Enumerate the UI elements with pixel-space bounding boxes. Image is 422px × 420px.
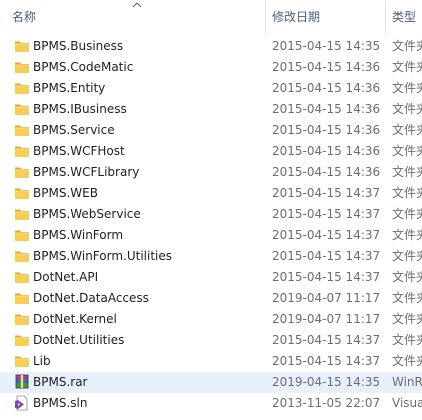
file-name: BPMS.Service	[33, 123, 115, 137]
folder-icon	[14, 290, 30, 306]
file-type: 文件夹	[392, 81, 422, 95]
folder-icon	[14, 311, 30, 327]
file-type: 文件夹	[392, 312, 422, 326]
file-row[interactable]: BPMS.CodeMatic 2015-04-15 14:36 文件夹	[0, 57, 422, 78]
file-name: DotNet.Kernel	[33, 312, 117, 326]
file-name: BPMS.WCFLibrary	[33, 165, 140, 179]
column-header: 名称 修改日期 类型	[0, 0, 422, 34]
file-row[interactable]: DotNet.API 2015-04-15 14:37 文件夹	[0, 267, 422, 288]
folder-icon	[14, 185, 30, 201]
file-name: BPMS.Entity	[33, 81, 106, 95]
file-type: Visual	[392, 396, 422, 410]
file-date-modified: 2019-04-07 11:17	[272, 312, 381, 326]
folder-icon	[14, 353, 30, 369]
folder-icon	[14, 248, 30, 264]
file-date-modified: 2015-04-15 14:36	[272, 102, 381, 116]
file-name: BPMS.CodeMatic	[33, 60, 134, 74]
file-row[interactable]: DotNet.Kernel 2019-04-07 11:17 文件夹	[0, 309, 422, 330]
file-row[interactable]: BPMS.sln 2013-11-05 22:07 Visual	[0, 393, 422, 414]
folder-icon	[14, 269, 30, 285]
column-divider[interactable]	[265, 0, 266, 34]
file-type: 文件夹	[392, 291, 422, 305]
file-row[interactable]: DotNet.DataAccess 2019-04-07 11:17 文件夹	[0, 288, 422, 309]
file-date-modified: 2019-04-07 11:17	[272, 291, 381, 305]
file-type: 文件夹	[392, 144, 422, 158]
folder-icon	[14, 164, 30, 180]
file-name: BPMS.WCFHost	[33, 144, 125, 158]
file-date-modified: 2015-04-15 14:37	[272, 207, 381, 221]
column-header-name[interactable]: 名称	[12, 0, 262, 34]
file-date-modified: 2015-04-15 14:36	[272, 123, 381, 137]
column-divider[interactable]	[385, 0, 386, 34]
column-header-type[interactable]: 类型	[392, 0, 422, 34]
folder-icon	[14, 206, 30, 222]
file-date-modified: 2015-04-15 14:37	[272, 228, 381, 242]
file-row[interactable]: BPMS.WCFHost 2015-04-15 14:36 文件夹	[0, 141, 422, 162]
file-name: BPMS.Business	[33, 39, 124, 53]
folder-icon	[14, 122, 30, 138]
file-type: 文件夹	[392, 249, 422, 263]
folder-icon	[14, 59, 30, 75]
file-date-modified: 2015-04-15 14:36	[272, 81, 381, 95]
file-row[interactable]: BPMS.Business 2015-04-15 14:35 文件夹	[0, 36, 422, 57]
file-name: DotNet.API	[33, 270, 99, 284]
file-type: 文件夹	[392, 207, 422, 221]
file-date-modified: 2015-04-15 14:37	[272, 333, 381, 347]
file-date-modified: 2015-04-15 14:36	[272, 60, 381, 74]
file-name: BPMS.WinForm	[33, 228, 124, 242]
file-date-modified: 2015-04-15 14:37	[272, 354, 381, 368]
file-type: 文件夹	[392, 165, 422, 179]
file-date-modified: 2015-04-15 14:35	[272, 39, 381, 53]
file-type: 文件夹	[392, 60, 422, 74]
file-row[interactable]: BPMS.rar 2019-04-15 14:35 WinRAR	[0, 372, 422, 393]
file-row[interactable]: BPMS.WinForm.Utilities 2015-04-15 14:37 文件…	[0, 246, 422, 267]
file-row[interactable]: BPMS.Service 2015-04-15 14:36 文件夹	[0, 120, 422, 141]
file-date-modified: 2015-04-15 14:37	[272, 249, 381, 263]
file-name: Lib	[33, 354, 51, 368]
file-name: DotNet.DataAccess	[33, 291, 149, 305]
column-header-date-modified[interactable]: 修改日期	[272, 0, 382, 34]
folder-icon	[14, 227, 30, 243]
file-date-modified: 2013-11-05 22:07	[272, 396, 381, 410]
folder-icon	[14, 143, 30, 159]
file-row[interactable]: BPMS.IBusiness 2015-04-15 14:36 文件夹	[0, 99, 422, 120]
file-date-modified: 2015-04-15 14:37	[272, 186, 381, 200]
file-row[interactable]: BPMS.WCFLibrary 2015-04-15 14:36 文件夹	[0, 162, 422, 183]
file-row[interactable]: BPMS.WEB 2015-04-15 14:37 文件夹	[0, 183, 422, 204]
file-type: 文件夹	[392, 270, 422, 284]
file-date-modified: 2015-04-15 14:36	[272, 165, 381, 179]
file-row[interactable]: BPMS.WinForm 2015-04-15 14:37 文件夹	[0, 225, 422, 246]
folder-icon	[14, 332, 30, 348]
file-name: BPMS.WEB	[33, 186, 98, 200]
folder-icon	[14, 38, 30, 54]
winrar-archive-icon	[14, 374, 30, 390]
file-name: BPMS.WebService	[33, 207, 141, 221]
file-name: DotNet.Utilities	[33, 333, 125, 347]
file-type: 文件夹	[392, 228, 422, 242]
file-date-modified: 2015-04-15 14:37	[272, 270, 381, 284]
file-type: 文件夹	[392, 39, 422, 53]
file-type: 文件夹	[392, 333, 422, 347]
file-type: 文件夹	[392, 186, 422, 200]
file-type: 文件夹	[392, 102, 422, 116]
file-type: WinRAR	[392, 375, 422, 389]
folder-icon	[14, 80, 30, 96]
file-row[interactable]: Lib 2015-04-15 14:37 文件夹	[0, 351, 422, 372]
file-row[interactable]: BPMS.WebService 2015-04-15 14:37 文件夹	[0, 204, 422, 225]
file-date-modified: 2019-04-15 14:35	[272, 375, 381, 389]
file-type: 文件夹	[392, 123, 422, 137]
visual-studio-solution-icon	[14, 395, 30, 411]
file-type: 文件夹	[392, 354, 422, 368]
file-name: BPMS.IBusiness	[33, 102, 127, 116]
file-row[interactable]: BPMS.Entity 2015-04-15 14:36 文件夹	[0, 78, 422, 99]
file-list: BPMS.Business2015-04-15 14:35文件夹BPMS.Cod…	[0, 36, 422, 414]
file-name: BPMS.WinForm.Utilities	[33, 249, 173, 263]
file-name: BPMS.rar	[33, 375, 88, 389]
file-date-modified: 2015-04-15 14:36	[272, 144, 381, 158]
file-name: BPMS.sln	[33, 396, 88, 410]
file-row[interactable]: DotNet.Utilities 2015-04-15 14:37 文件夹	[0, 330, 422, 351]
folder-icon	[14, 101, 30, 117]
